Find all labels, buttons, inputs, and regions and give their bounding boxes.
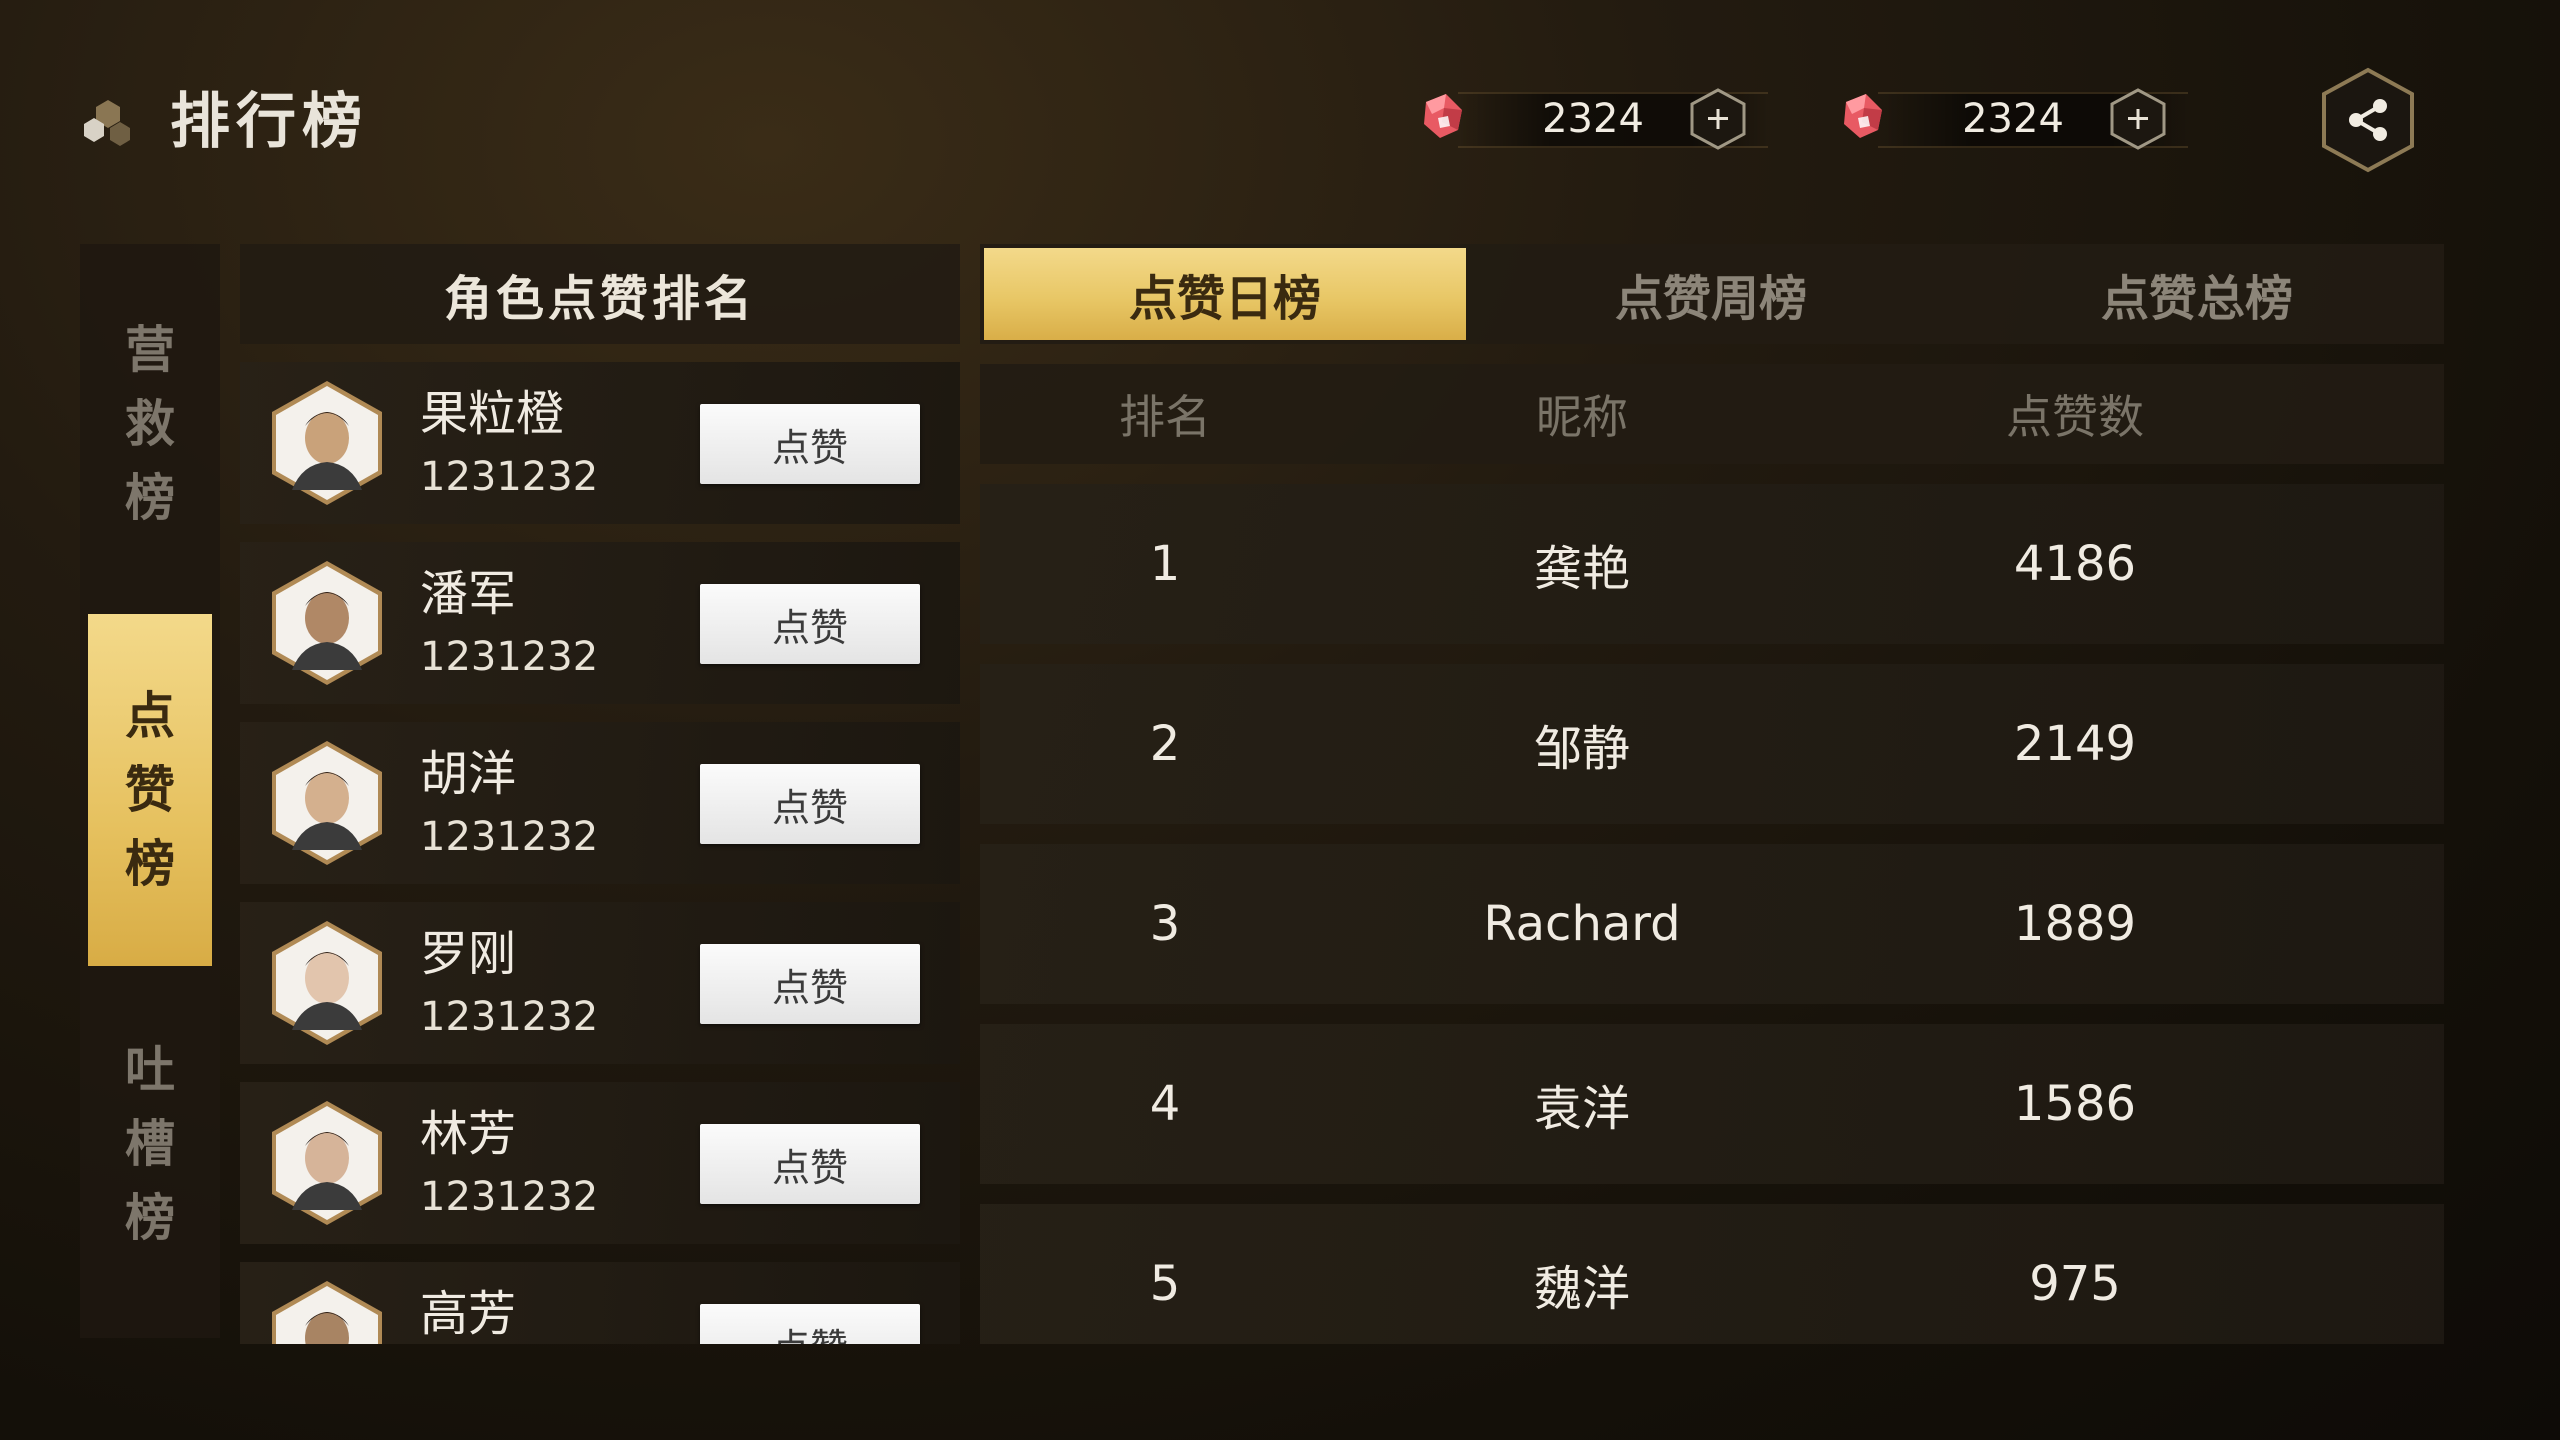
- like-button[interactable]: 点赞: [700, 1124, 920, 1204]
- role-name: 林芳: [420, 1106, 517, 1162]
- role-panel-title: 角色点赞排名: [240, 244, 960, 344]
- share-icon: [2322, 67, 2414, 173]
- nickname-cell: 袁洋: [1533, 1081, 1630, 1137]
- page-title: 排行榜: [170, 87, 368, 157]
- avatar-female-icon: [272, 1101, 382, 1225]
- table-row: 1 龚艳 4186: [980, 484, 2444, 644]
- avatar-male-glasses-icon: [272, 741, 382, 865]
- avatar: [262, 378, 392, 508]
- column-header-likes: 点赞数: [2006, 390, 2144, 444]
- table-header: 排名 昵称 点赞数: [980, 364, 2444, 464]
- likes-cell: 975: [2029, 1256, 2121, 1312]
- table-row: 3 Rachard 1889: [980, 844, 2444, 1004]
- likes-cell: 4186: [2013, 536, 2137, 592]
- avatar: [262, 1278, 392, 1344]
- vertical-tab-bar: 营 救 榜 点 赞 榜 吐 槽 榜: [80, 244, 220, 1338]
- like-button[interactable]: 点赞: [700, 764, 920, 844]
- nickname-cell: 邹静: [1533, 721, 1630, 777]
- tab-like-ranking[interactable]: 点 赞 榜: [88, 614, 212, 966]
- tab-daily[interactable]: 点赞日榜: [984, 248, 1466, 340]
- share-button[interactable]: [2318, 66, 2418, 174]
- like-button[interactable]: 点赞: [700, 584, 920, 664]
- likes-cell: 2149: [2013, 716, 2137, 772]
- avatar: [262, 558, 392, 688]
- avatar-male-icon: [272, 381, 382, 505]
- nickname-cell: Rachard: [1483, 896, 1681, 952]
- likes-cell: 1586: [2013, 1076, 2137, 1132]
- avatar: [262, 738, 392, 868]
- role-list[interactable]: 果粒橙 1231232 点赞 潘军 1231232 点赞 胡洋 1231232 点赞 罗刚 1231…: [240, 362, 960, 1344]
- avatar-cap-icon: [272, 1281, 382, 1344]
- tab-char: 槽: [125, 1115, 175, 1173]
- currency-display-2: 2324: [1838, 86, 2198, 152]
- role-row: 林芳 1231232 点赞: [240, 1082, 960, 1244]
- ranking-tab-bar: 点赞日榜 点赞周榜 点赞总榜: [980, 244, 2444, 344]
- tab-rescue-ranking[interactable]: 营 救 榜: [80, 304, 220, 544]
- tab-char: 榜: [125, 835, 175, 893]
- tab-char: 点: [125, 687, 175, 745]
- tab-char: 营: [125, 321, 175, 379]
- rank-cell: 3: [1149, 896, 1181, 952]
- role-score: 1231232: [420, 454, 599, 500]
- role-score: 1231232: [420, 814, 599, 860]
- tab-char: 赞: [125, 761, 175, 819]
- role-name: 胡洋: [420, 746, 517, 802]
- role-row: 潘军 1231232 点赞: [240, 542, 960, 704]
- red-gem-icon: [1418, 88, 1482, 148]
- tab-char: 吐: [125, 1041, 175, 1099]
- avatar-female-glasses-icon: [272, 921, 382, 1045]
- role-score: 1231232: [420, 634, 599, 680]
- likes-cell: 1889: [2013, 896, 2137, 952]
- role-row: 高芳 点赞: [240, 1262, 960, 1344]
- role-row: 果粒橙 1231232 点赞: [240, 362, 960, 524]
- like-button[interactable]: 点赞: [700, 404, 920, 484]
- table-row: 5 魏洋 975: [980, 1204, 2444, 1344]
- avatar: [262, 918, 392, 1048]
- role-name: 罗刚: [420, 926, 517, 982]
- tab-weekly[interactable]: 点赞周榜: [1470, 248, 1952, 340]
- tab-char: 救: [125, 395, 175, 453]
- hexagon-cluster-icon: [78, 92, 138, 152]
- role-name: 果粒橙: [420, 386, 565, 442]
- rank-cell: 4: [1149, 1076, 1181, 1132]
- avatar-male-icon: [272, 561, 382, 685]
- plus-icon[interactable]: [1686, 86, 1750, 152]
- nickname-cell: 龚艳: [1533, 541, 1630, 597]
- red-gem-icon: [1838, 88, 1902, 148]
- table-row: 2 邹静 2149: [980, 664, 2444, 824]
- currency-amount: 2324: [1962, 96, 2064, 142]
- like-button[interactable]: 点赞: [700, 1304, 920, 1344]
- tab-char: 榜: [125, 1189, 175, 1247]
- tab-char: 榜: [125, 469, 175, 527]
- role-score: 1231232: [420, 1174, 599, 1220]
- rank-cell: 5: [1149, 1256, 1181, 1312]
- currency-amount: 2324: [1542, 96, 1644, 142]
- table-row: 4 袁洋 1586: [980, 1024, 2444, 1184]
- tab-complaint-ranking[interactable]: 吐 槽 榜: [80, 1024, 220, 1264]
- role-score: 1231232: [420, 994, 599, 1040]
- role-row: 罗刚 1231232 点赞: [240, 902, 960, 1064]
- avatar: [262, 1098, 392, 1228]
- role-name: 高芳: [420, 1286, 517, 1342]
- role-name: 潘军: [420, 566, 517, 622]
- rank-cell: 1: [1149, 536, 1181, 592]
- nickname-cell: 魏洋: [1533, 1261, 1630, 1317]
- column-header-nickname: 昵称: [1536, 390, 1628, 444]
- column-header-rank: 排名: [1119, 390, 1211, 444]
- currency-display-1: 2324: [1418, 86, 1778, 152]
- role-row: 胡洋 1231232 点赞: [240, 722, 960, 884]
- like-button[interactable]: 点赞: [700, 944, 920, 1024]
- rank-cell: 2: [1149, 716, 1181, 772]
- plus-icon[interactable]: [2106, 86, 2170, 152]
- tab-total[interactable]: 点赞总榜: [1956, 248, 2438, 340]
- ranking-table-body[interactable]: 1 龚艳 4186 2 邹静 2149 3 Rachard 1889 4 袁洋 1586 5 魏洋 975: [980, 484, 2444, 1344]
